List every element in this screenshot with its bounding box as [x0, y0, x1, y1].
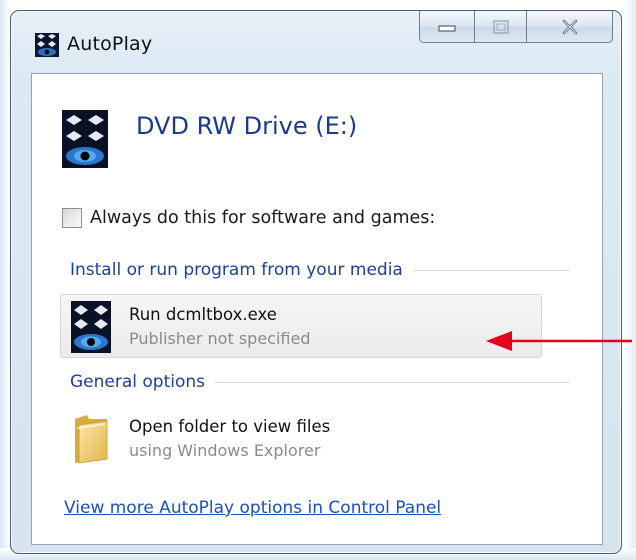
open-folder-subtitle: using Windows Explorer	[129, 441, 321, 460]
run-program-title: Run dcmltbox.exe	[129, 305, 277, 324]
window-title: AutoPlay	[67, 33, 153, 55]
device-title: DVD RW Drive (E:)	[136, 112, 358, 140]
group-header-general-label: General options	[70, 372, 206, 392]
group-header-install: Install or run program from your media	[70, 260, 570, 280]
group-header-general: General options	[70, 372, 570, 392]
always-do-this-label[interactable]: Always do this for software and games:	[90, 208, 435, 228]
maximize-button[interactable]	[475, 11, 527, 43]
minimize-icon	[438, 25, 456, 31]
background-edge-left	[0, 0, 10, 560]
minimize-button[interactable]	[419, 11, 475, 43]
run-program-option[interactable]: Run dcmltbox.exe Publisher not specified	[60, 294, 542, 358]
group-divider	[215, 381, 570, 383]
group-divider	[412, 269, 570, 271]
red-arrow-icon	[486, 331, 632, 351]
eye-app-icon	[71, 301, 111, 353]
autoplay-app-icon	[35, 33, 59, 57]
open-folder-option[interactable]: Open folder to view files using Windows …	[60, 406, 542, 470]
always-do-this-row[interactable]: Always do this for software and games:	[62, 208, 435, 228]
background-edge-right	[624, 0, 636, 560]
close-icon	[562, 19, 577, 34]
autoplay-content: DVD RW Drive (E:) Always do this for sof…	[31, 73, 603, 545]
run-program-subtitle: Publisher not specified	[129, 329, 311, 348]
control-panel-link[interactable]: View more AutoPlay options in Control Pa…	[64, 498, 441, 518]
open-folder-title: Open folder to view files	[129, 417, 331, 436]
title-bar[interactable]: AutoPlay	[11, 11, 621, 75]
eye-device-icon	[62, 110, 108, 168]
maximize-icon	[492, 19, 509, 34]
always-do-this-checkbox[interactable]	[62, 208, 82, 228]
group-header-install-label: Install or run program from your media	[70, 260, 403, 280]
folder-icon	[75, 415, 108, 464]
autoplay-window: AutoPlay DVD RW Drive (E:) Always do thi…	[10, 10, 622, 554]
caption-buttons	[419, 11, 613, 45]
close-button[interactable]	[527, 11, 613, 43]
